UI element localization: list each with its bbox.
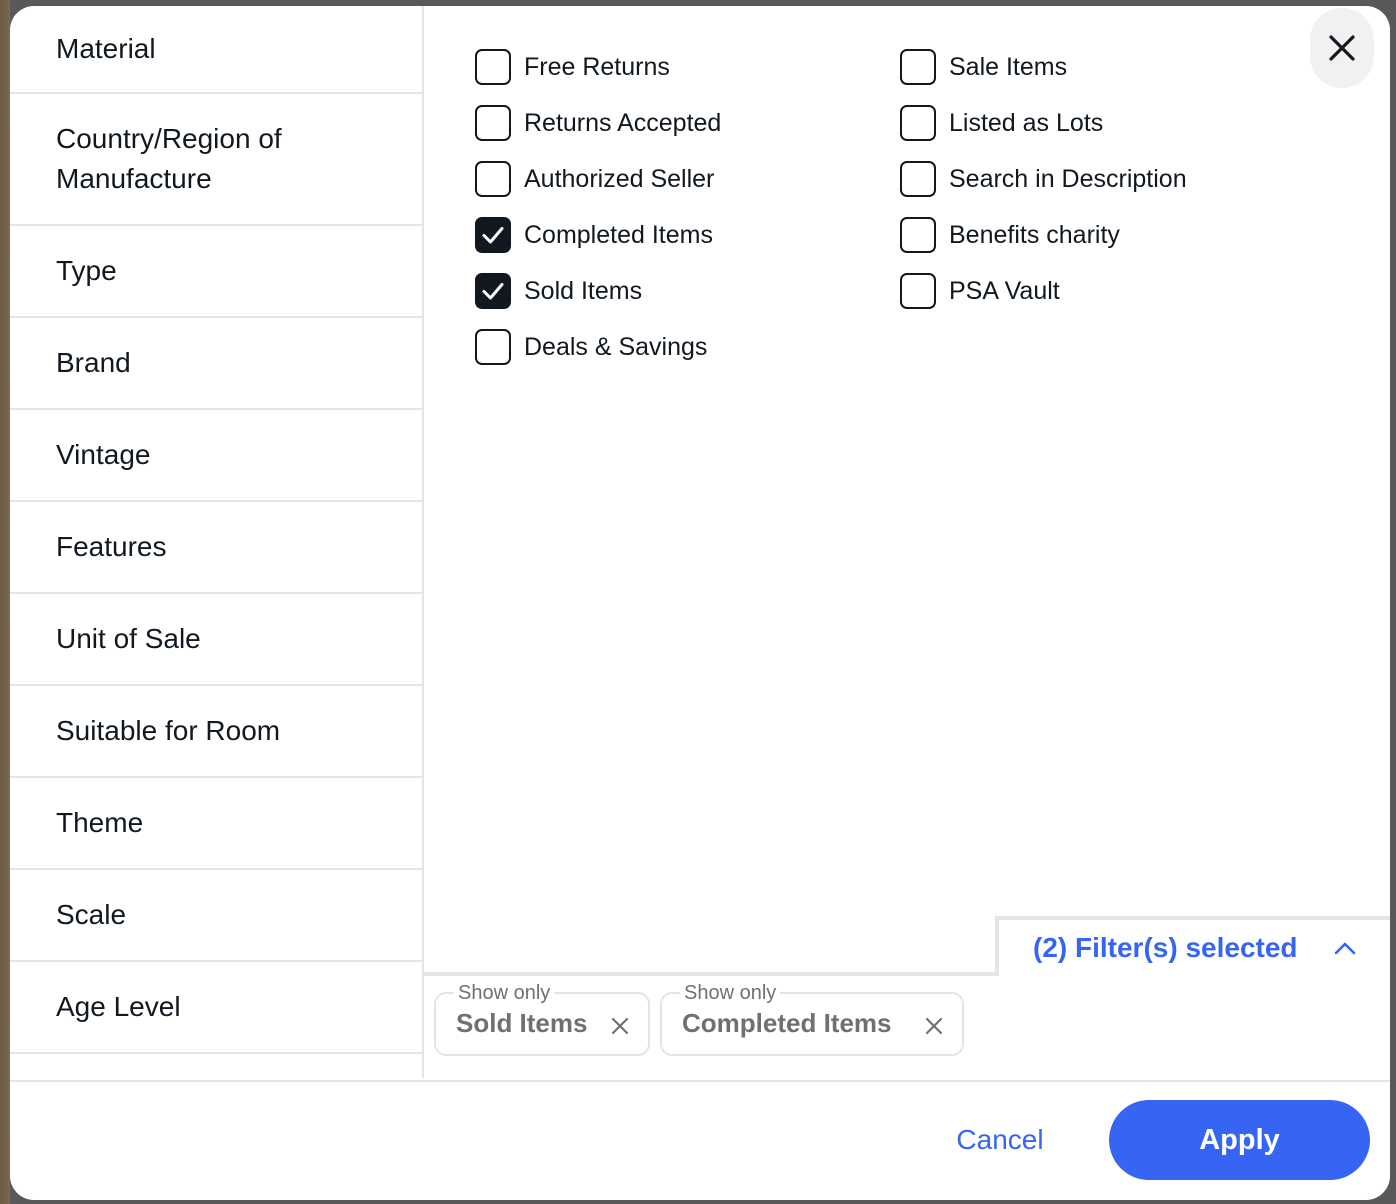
checkbox-box[interactable] [900, 105, 936, 141]
checkbox-label: Free Returns [524, 52, 670, 81]
checkbox-box[interactable] [475, 49, 511, 85]
close-button[interactable] [1310, 8, 1374, 88]
sidebar-item-label: Unit of Sale [56, 623, 201, 654]
chip-value: Completed Items [682, 1008, 892, 1038]
checkbox-box[interactable] [475, 161, 511, 197]
sidebar-item-theme[interactable]: Theme [10, 778, 422, 870]
checkbox-label: PSA Vault [949, 276, 1060, 305]
checkbox-label: Benefits charity [949, 220, 1120, 249]
checkmark-icon [482, 227, 504, 244]
checkbox-free-returns[interactable]: Free Returns [475, 49, 670, 85]
filters-selected-toggle[interactable]: (2) Filter(s) selected [995, 916, 1390, 976]
sidebar-item-label: Brand [56, 347, 131, 378]
sidebar-item-label: Type [56, 255, 117, 286]
x-icon[interactable] [608, 1014, 632, 1038]
checkbox-label: Listed as Lots [949, 108, 1104, 137]
checkbox-returns-accepted[interactable]: Returns Accepted [475, 105, 721, 141]
close-icon [1329, 35, 1355, 61]
sidebar-item-label: Age Level [56, 991, 181, 1022]
checkbox-box[interactable] [900, 273, 936, 309]
sidebar-item-label: Material [56, 33, 156, 64]
sidebar-item-label: Scale [56, 899, 127, 930]
sidebar-item-label: Theme [56, 807, 144, 838]
checkbox-search-in-description[interactable]: Search in Description [900, 161, 1187, 197]
divider [424, 972, 999, 976]
checkbox-box[interactable] [475, 217, 511, 253]
checkbox-benefits-charity[interactable]: Benefits charity [900, 217, 1120, 253]
apply-button[interactable]: Apply [1109, 1100, 1370, 1180]
sidebar-item-type[interactable]: Type [10, 226, 422, 318]
checkbox-psa-vault[interactable]: PSA Vault [900, 273, 1060, 309]
chip-legend: Show only [680, 982, 781, 1004]
checkbox-sold-items[interactable]: Sold Items [475, 273, 642, 309]
checkbox-box[interactable] [475, 273, 511, 309]
filter-chip-sold-items[interactable]: Show only Sold Items [434, 982, 650, 1056]
footer-divider [10, 1080, 1390, 1082]
checkbox-label: Deals & Savings [524, 332, 708, 361]
checkbox-completed-items[interactable]: Completed Items [475, 217, 713, 253]
filter-dialog: Material Country/Region of Manufacture T… [10, 6, 1390, 1200]
sidebar-item-scale[interactable]: Scale [10, 870, 422, 962]
sidebar-item-brand[interactable]: Brand [10, 318, 422, 410]
filter-chip-completed-items[interactable]: Show only Completed Items [660, 982, 964, 1056]
sidebar-item-features[interactable]: Features [10, 502, 422, 594]
checkbox-label: Sold Items [524, 276, 643, 305]
checkbox-box[interactable] [900, 161, 936, 197]
chip-legend: Show only [454, 982, 555, 1004]
sidebar-item-material[interactable]: Material [10, 6, 422, 94]
checkbox-label: Completed Items [524, 220, 713, 249]
chevron-up-icon [1334, 942, 1355, 955]
checkbox-listed-as-lots[interactable]: Listed as Lots [900, 105, 1103, 141]
sidebar-item-label: Suitable for Room [56, 715, 281, 746]
checkbox-sale-items[interactable]: Sale Items [900, 49, 1067, 85]
sidebar-item-age-level[interactable]: Age Level [10, 962, 422, 1054]
sidebar-item-unit-of-sale[interactable]: Unit of Sale [10, 594, 422, 686]
cancel-button[interactable]: Cancel [940, 1116, 1060, 1164]
sidebar-item-label: Features [56, 531, 167, 562]
checkbox-label: Sale Items [949, 52, 1068, 81]
filters-selected-label: (2) Filter(s) selected [1033, 932, 1298, 963]
sidebar-item-suitable-for-room[interactable]: Suitable for Room [10, 686, 422, 778]
chip-value: Sold Items [456, 1008, 588, 1038]
checkbox-deals-savings[interactable]: Deals & Savings [475, 329, 707, 365]
checkbox-box[interactable] [475, 329, 511, 365]
checkbox-box[interactable] [900, 217, 936, 253]
x-icon[interactable] [922, 1014, 946, 1038]
checkbox-box[interactable] [475, 105, 511, 141]
checkbox-label: Search in Description [949, 164, 1187, 193]
checkbox-box[interactable] [900, 49, 936, 85]
checkmark-icon [482, 283, 504, 300]
filter-category-sidebar: Material Country/Region of Manufacture T… [10, 6, 424, 1078]
checkbox-authorized-seller[interactable]: Authorized Seller [475, 161, 714, 197]
checkbox-label: Authorized Seller [524, 164, 715, 193]
sidebar-item-vintage[interactable]: Vintage [10, 410, 422, 502]
checkbox-label: Returns Accepted [524, 108, 722, 137]
sidebar-item-label: Vintage [56, 439, 151, 470]
sidebar-item-label: Country/Region of Manufacture [56, 123, 282, 194]
sidebar-item-country-region[interactable]: Country/Region of Manufacture [10, 94, 422, 226]
